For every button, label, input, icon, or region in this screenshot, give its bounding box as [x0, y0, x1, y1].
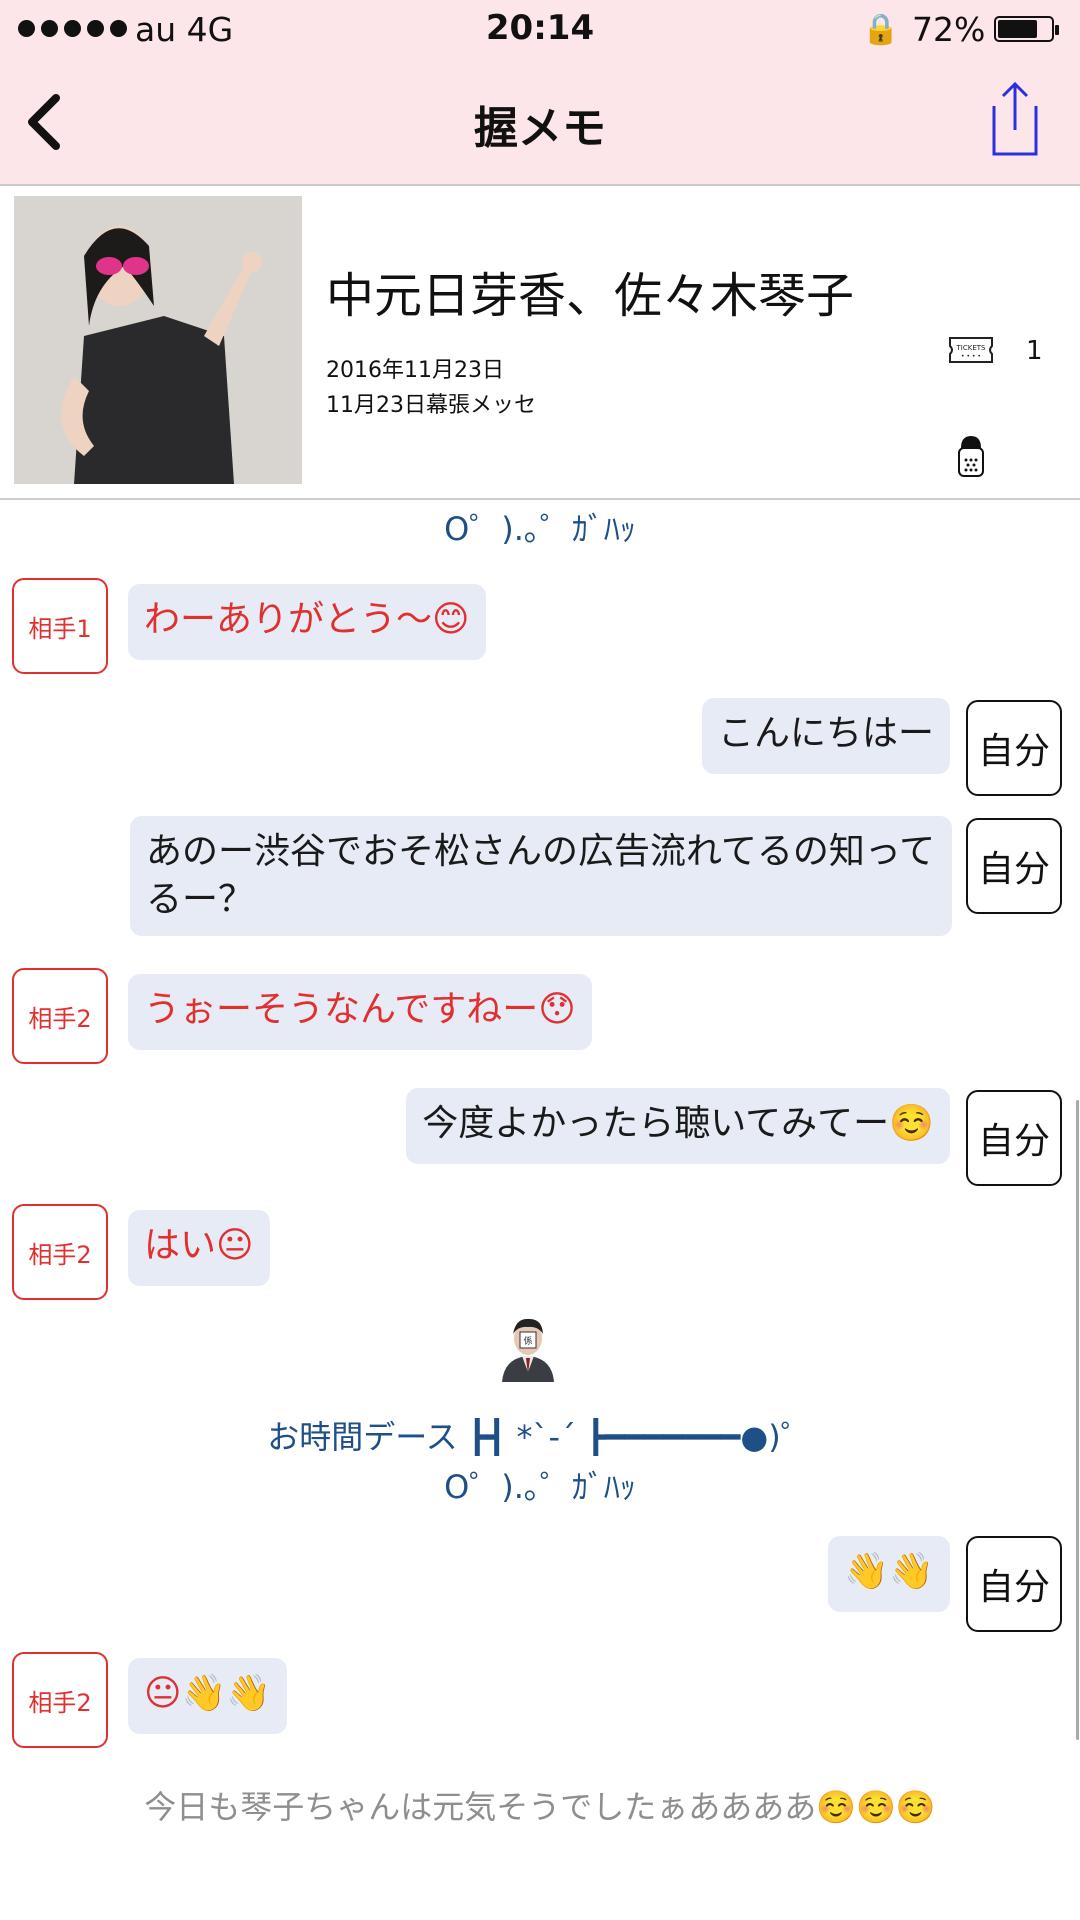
staff-avatar-icon: 係: [502, 1318, 554, 1382]
share-icon[interactable]: [974, 80, 1040, 158]
event-date: 2016年11月23日: [326, 358, 504, 383]
svg-text:係: 係: [523, 1336, 532, 1347]
message-bubble[interactable]: こんにちはー: [701, 698, 950, 774]
speaker-tag-self: 自分: [966, 1090, 1062, 1186]
ticket-icon: TICKETS • • • •: [949, 337, 993, 363]
time-up-text: お時間デース ┣┫ *`-´ ┣━━━━━━━●)゜: [267, 1418, 813, 1456]
member-photo: [14, 196, 302, 484]
member-names: 中元日芽香、佐々木琴子: [326, 268, 855, 324]
speaker-tag-partner2: 相手2: [12, 968, 108, 1064]
event-venue: 11月23日幕張メッセ: [326, 393, 536, 418]
kaomoji-text: O゜).｡゜ｶﾞﾊｯ: [444, 510, 636, 548]
message-bubble[interactable]: わーありがとう〜😊: [128, 584, 486, 660]
kaomoji-text: O゜).｡゜ｶﾞﾊｯ: [444, 1468, 636, 1506]
scrollbar[interactable]: [1076, 1100, 1079, 1740]
message-bubble[interactable]: 👋👋: [828, 1536, 950, 1612]
speaker-tag-partner2: 相手2: [12, 1652, 108, 1748]
message-bubble[interactable]: うぉーそうなんですねー😯: [128, 974, 592, 1050]
speaker-tag-partner2: 相手2: [12, 1204, 108, 1300]
orientation-lock-icon: 🔒: [862, 12, 900, 47]
message-bubble[interactable]: あのー渋谷でおそ松さんの広告流れてるの知ってるー？: [130, 816, 952, 936]
battery-percent: 72%: [912, 10, 986, 49]
svg-text:TICKETS: TICKETS: [956, 344, 987, 352]
page-title: 握メモ: [474, 103, 606, 154]
speaker-tag-self: 自分: [966, 700, 1062, 796]
status-bar: au 4G 20:14 🔒 72%: [0, 0, 1080, 58]
header-divider: [0, 498, 1080, 500]
speaker-tag-self: 自分: [966, 1536, 1062, 1632]
salt-shaker-icon[interactable]: [955, 434, 987, 478]
speaker-tag-partner1: 相手1: [12, 578, 108, 674]
svg-text:• • • •: • • • •: [961, 353, 981, 360]
message-bubble[interactable]: はい😐: [128, 1210, 270, 1286]
battery-icon: [994, 16, 1059, 42]
message-bubble[interactable]: 今度よかったら聴いてみてー☺️: [406, 1088, 950, 1164]
message-bubble[interactable]: 😐👋👋: [128, 1658, 288, 1734]
ticket-count: 1: [1026, 336, 1043, 366]
speaker-tag-self: 自分: [966, 818, 1062, 914]
top-bar: au 4G 20:14 🔒 72% 握メモ: [0, 0, 1080, 186]
memo-note: 今日も琴子ちゃんは元気そうでしたぁああああ☺️☺️☺️: [144, 1788, 936, 1826]
